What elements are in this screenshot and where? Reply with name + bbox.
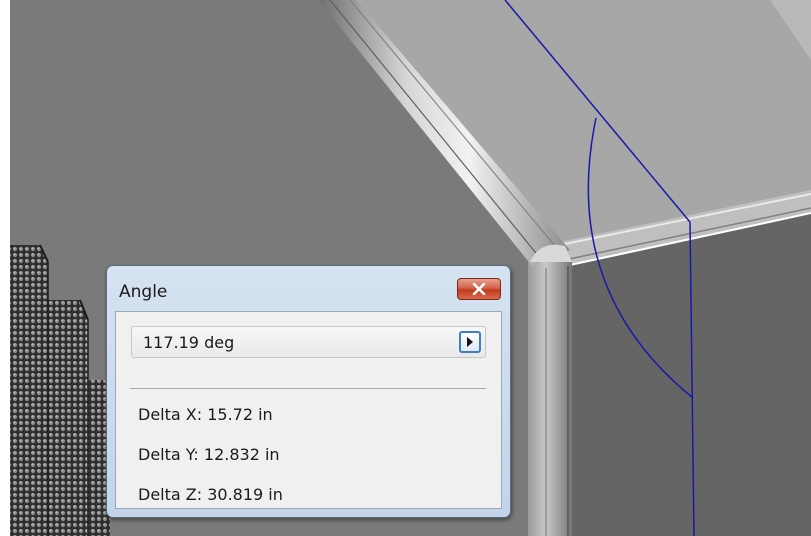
- delta-z-label: Delta Z:: [138, 485, 203, 504]
- vertical-edge-fillet: [528, 262, 572, 536]
- close-button[interactable]: [457, 278, 501, 300]
- delta-x-label: Delta X:: [138, 405, 203, 424]
- dialog-title: Angle: [119, 282, 168, 302]
- delta-z-row: Delta Z: 30.819 in: [138, 485, 283, 504]
- angle-dialog[interactable]: Angle 117.19 deg Delta X: 15.72 in Delta…: [106, 265, 511, 518]
- delta-x-value: 15.72 in: [207, 405, 273, 424]
- separator-line: [130, 388, 486, 389]
- delta-x-row: Delta X: 15.72 in: [138, 405, 273, 424]
- delta-y-row: Delta Y: 12.832 in: [138, 445, 280, 464]
- delta-z-value: 30.819 in: [207, 485, 283, 504]
- delta-y-label: Delta Y:: [138, 445, 199, 464]
- angle-value-text: 117.19 deg: [143, 333, 235, 352]
- 3d-viewport[interactable]: Angle 117.19 deg Delta X: 15.72 in Delta…: [0, 0, 811, 536]
- angle-value-field[interactable]: 117.19 deg: [131, 326, 486, 358]
- close-x-icon: [472, 283, 486, 295]
- delta-y-value: 12.832 in: [203, 445, 280, 464]
- dialog-body: 117.19 deg Delta X: 15.72 in Delta Y: 12…: [115, 311, 502, 509]
- angle-options-button[interactable]: [459, 331, 481, 353]
- viewport-frame: [0, 0, 10, 536]
- play-right-icon: [467, 337, 473, 347]
